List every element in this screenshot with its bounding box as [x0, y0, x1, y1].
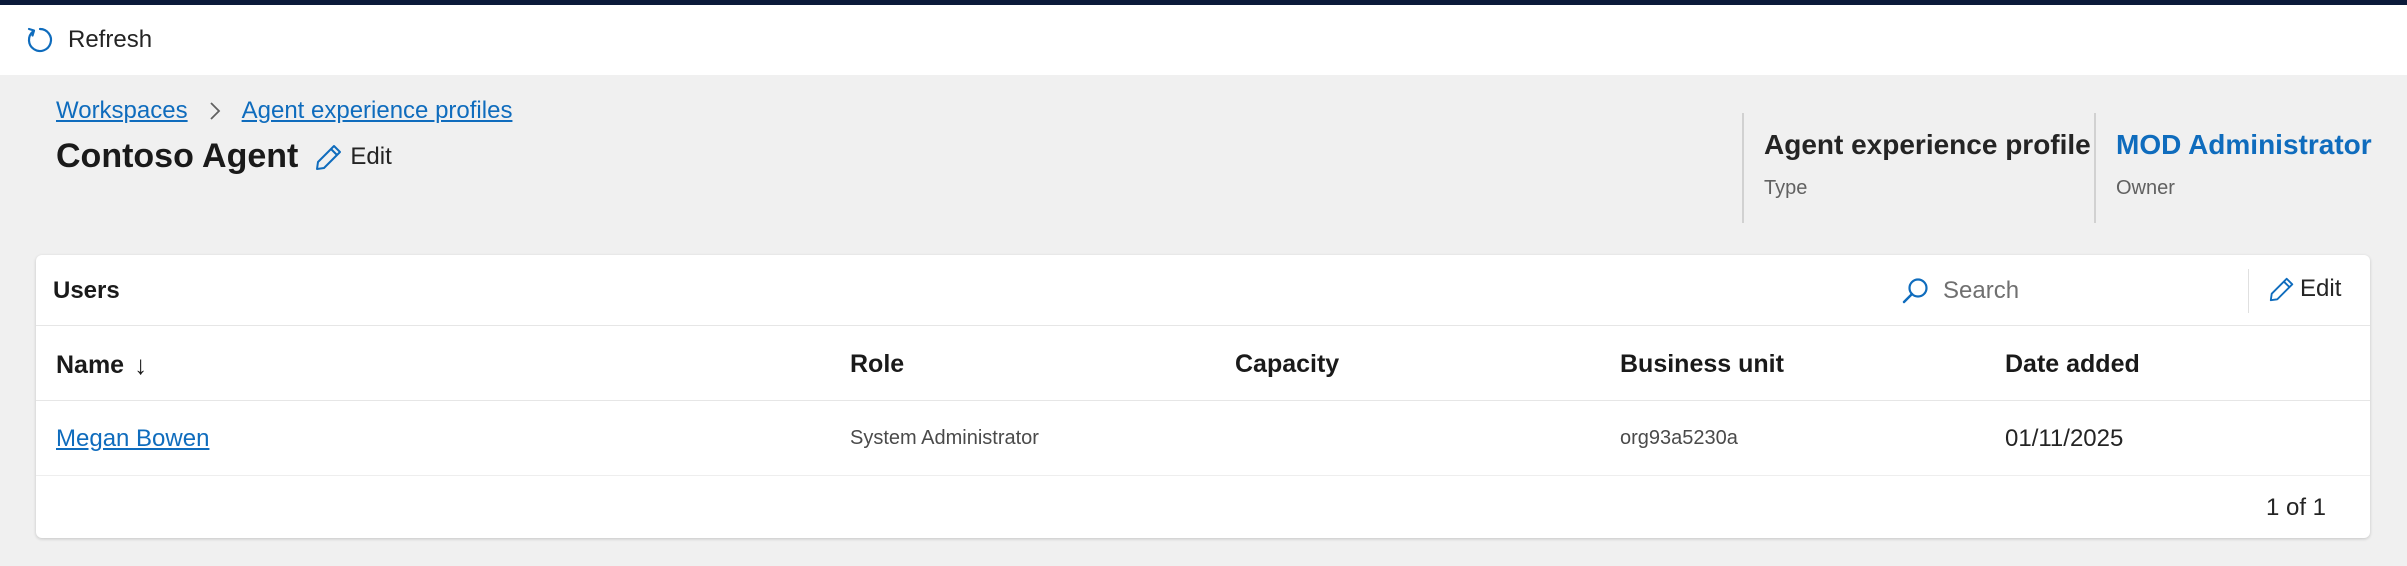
pencil-icon — [2269, 277, 2294, 302]
column-header-name[interactable]: Name ↓ — [56, 350, 147, 381]
column-header-business-unit[interactable]: Business unit — [1620, 350, 1784, 379]
column-header-date-added[interactable]: Date added — [2005, 350, 2140, 379]
pagination-status: 1 of 1 — [2265, 494, 2326, 521]
cell-role: System Administrator — [850, 427, 1039, 449]
edit-users-button[interactable]: Edit — [2268, 275, 2341, 303]
user-name-link[interactable]: Megan Bowen — [56, 425, 209, 453]
column-name-label: Name — [56, 351, 125, 379]
meta-type-value: Agent experience profile — [1764, 129, 2091, 160]
owner-link[interactable]: MOD Administrator — [2116, 129, 2394, 161]
edit-title-label: Edit — [350, 142, 392, 170]
search-box[interactable] — [1899, 269, 2229, 313]
breadcrumb-agent-experience-profiles[interactable]: Agent experience profiles — [242, 97, 513, 125]
table-row[interactable]: Megan Bowen System Administrator org93a5… — [36, 401, 2370, 476]
refresh-icon — [27, 27, 53, 53]
breadcrumb-workspaces[interactable]: Workspaces — [56, 97, 188, 125]
refresh-button[interactable]: Refresh — [24, 24, 152, 56]
command-bar: Refresh — [0, 5, 2407, 75]
users-card: Users Edit Name ↓ Role Capacity Business… — [36, 255, 2370, 538]
meta-owner-label: Owner — [2116, 177, 2175, 199]
cell-date-added: 01/11/2025 — [2005, 425, 2124, 452]
breadcrumb: Workspaces Agent experience profiles — [56, 97, 512, 125]
search-input[interactable] — [1943, 277, 2203, 305]
table-header: Name ↓ Role Capacity Business unit Date … — [36, 326, 2370, 401]
column-header-role[interactable]: Role — [850, 350, 904, 379]
users-card-header: Users Edit — [36, 255, 2370, 326]
users-card-title: Users — [53, 277, 120, 304]
title-row: Contoso Agent Edit — [56, 137, 392, 176]
edit-title-button[interactable]: Edit — [314, 142, 392, 172]
pencil-icon — [316, 144, 342, 170]
column-header-capacity[interactable]: Capacity — [1235, 350, 1339, 379]
cell-business-unit: org93a5230a — [1620, 427, 1738, 449]
edit-users-label: Edit — [2300, 275, 2342, 302]
meta-owner: MOD Administrator Owner — [2094, 113, 2394, 223]
page-header: Workspaces Agent experience profiles Con… — [0, 75, 2407, 255]
page-title: Contoso Agent — [56, 137, 299, 175]
sort-descending-icon: ↓ — [134, 350, 148, 380]
refresh-label: Refresh — [68, 26, 153, 53]
search-icon — [1902, 278, 1928, 304]
chevron-right-icon — [208, 100, 222, 122]
meta-type-label: Type — [1764, 177, 1808, 199]
divider — [2248, 269, 2249, 313]
meta-type: Agent experience profile Type — [1742, 113, 2092, 223]
